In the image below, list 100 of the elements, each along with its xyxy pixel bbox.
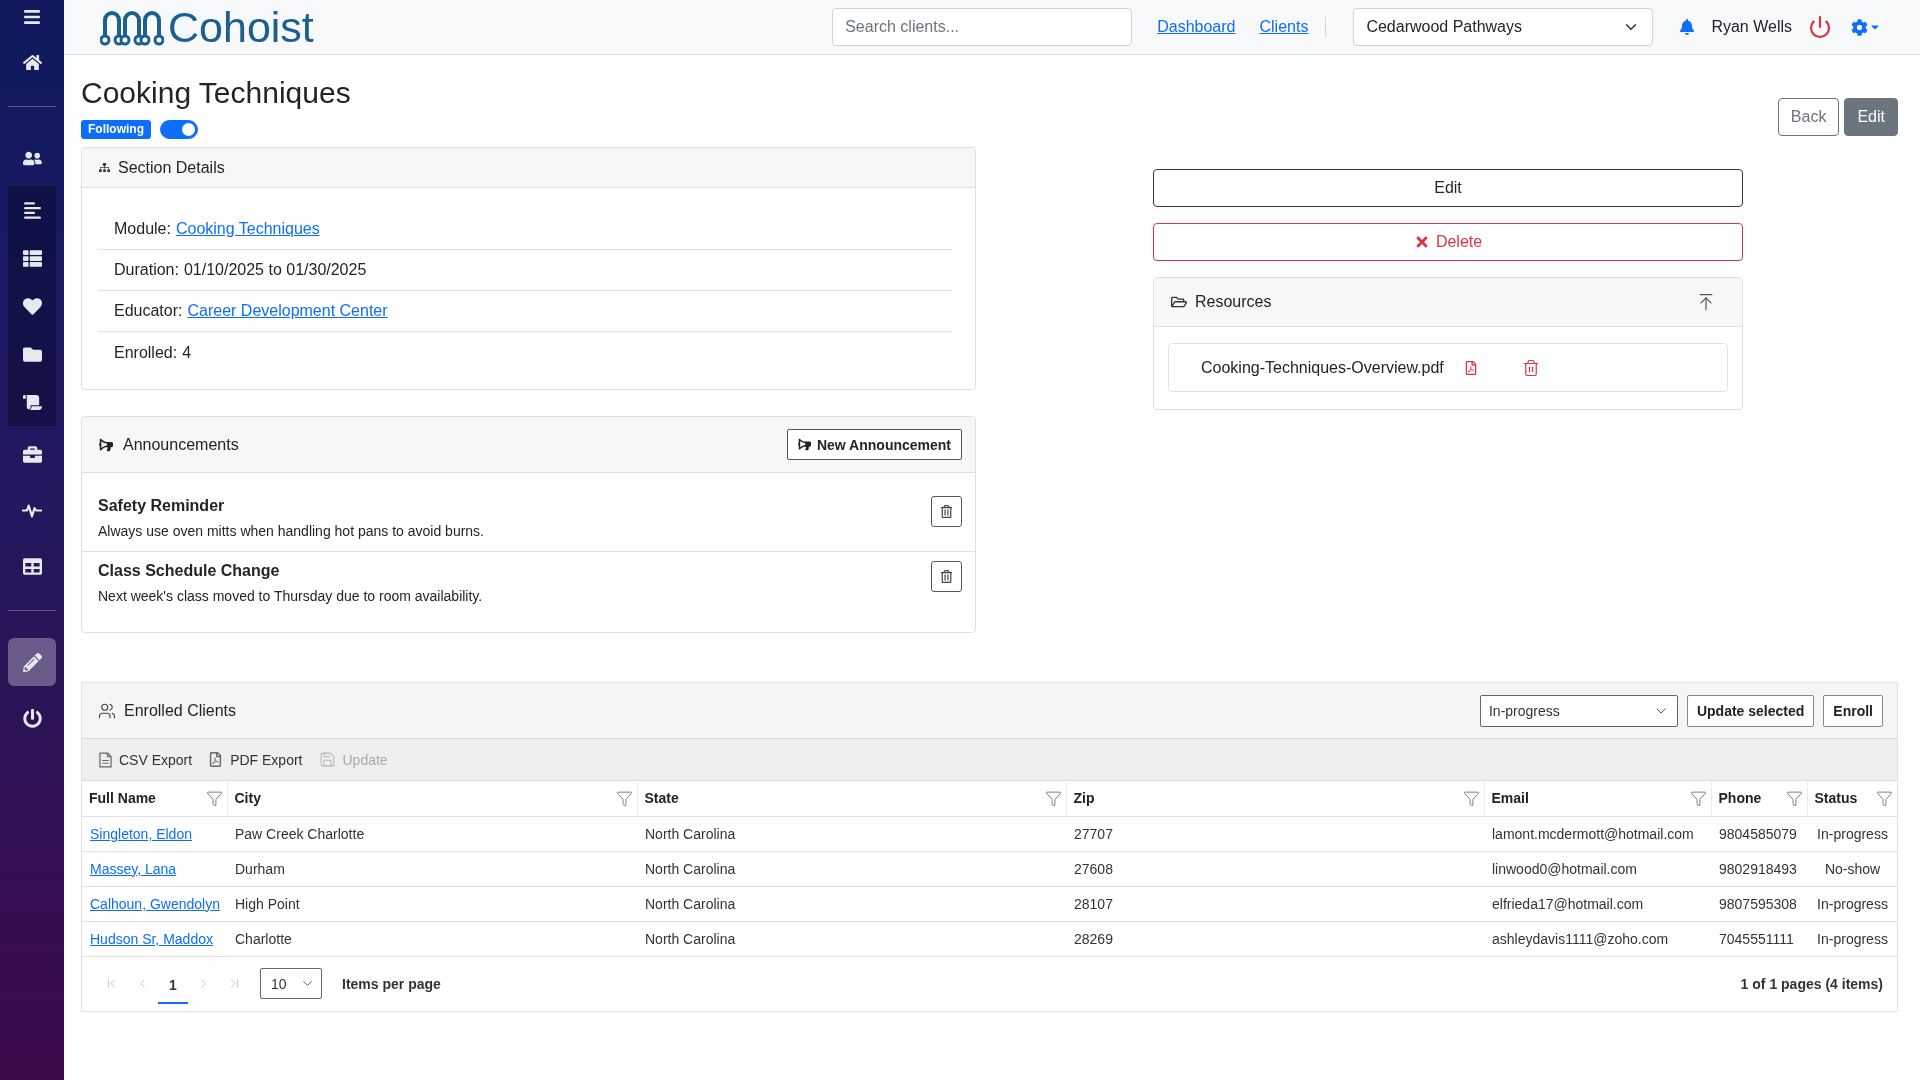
nav-link[interactable]: Dashboard	[1157, 18, 1236, 36]
card-title: Section Details	[118, 158, 225, 177]
page-size-select[interactable]: 10	[260, 968, 322, 999]
table-cell: North Carolina	[637, 851, 1066, 886]
logo-icon	[100, 8, 164, 46]
announcement-title: Safety Reminder	[98, 496, 226, 516]
table-cell: 28107	[1066, 886, 1484, 921]
client-name-link[interactable]: Calhoun, Gwendolyn	[90, 895, 220, 912]
pdf-file-icon	[208, 752, 224, 767]
table-cell: No-show	[1807, 851, 1897, 886]
table-cell: 9807595308	[1711, 886, 1807, 921]
table-cell: Paw Creek Charlotte	[227, 816, 637, 851]
nav-link[interactable]: Clients	[1259, 18, 1309, 36]
scroll-icon	[22, 392, 42, 412]
page-title: Cooking Techniques	[81, 75, 351, 111]
filter-icon[interactable]	[1689, 789, 1707, 807]
settings-menu-button[interactable]	[1851, 18, 1881, 36]
home-icon	[22, 52, 42, 72]
card-title: Resources	[1195, 293, 1272, 311]
card-title: Enrolled Clients	[124, 701, 237, 720]
update-selected-button[interactable]: Update selected	[1686, 694, 1815, 727]
column-header[interactable]: Email	[1491, 790, 1529, 807]
delete-button[interactable]	[931, 561, 962, 592]
column-header[interactable]: City	[234, 790, 261, 807]
table-cell: In-progress	[1807, 886, 1897, 921]
sidebar-item[interactable]	[8, 378, 56, 426]
column-header[interactable]: State	[644, 790, 679, 807]
filter-icon[interactable]	[1462, 789, 1480, 807]
file-name[interactable]: Cooking-Techniques-Overview.pdf	[1201, 358, 1444, 377]
announcement-text: Next week's class moved to Thursday due to room availability.	[98, 587, 484, 605]
card-title: Announcements	[123, 435, 239, 454]
table-cell: elfrieda17@hotmail.com	[1484, 886, 1711, 921]
status-select[interactable]: In-progress	[1479, 694, 1678, 727]
table-cell: North Carolina	[637, 886, 1066, 921]
table-cell: Durham	[227, 851, 637, 886]
column-header[interactable]: Phone	[1718, 790, 1762, 807]
folder-icon	[22, 344, 42, 364]
detail-label: Enrolled:	[114, 343, 178, 362]
users-icon	[98, 701, 116, 720]
table-cell: 28269	[1066, 921, 1484, 956]
power-icon	[22, 708, 42, 728]
detail-value: 4	[182, 343, 192, 362]
megaphone-icon	[797, 438, 811, 451]
filter-icon[interactable]	[205, 789, 223, 807]
new-announcement-button[interactable]: New Announcement	[786, 429, 962, 460]
organization-select[interactable]: Cedarwood Pathways	[1353, 8, 1654, 46]
bell-icon[interactable]	[1679, 19, 1696, 35]
edit-button[interactable]: Edit	[1153, 169, 1743, 207]
pager-summary: 1 of 1 pages (4 items)	[1740, 975, 1883, 992]
filter-icon[interactable]	[1044, 789, 1062, 807]
table-icon	[22, 556, 42, 576]
follow-toggle[interactable]	[160, 120, 198, 139]
detail-link[interactable]: Cooking Techniques	[175, 220, 320, 238]
page-number[interactable]: 1	[158, 967, 188, 1004]
enroll-button[interactable]: Enroll	[1823, 694, 1883, 727]
column-header[interactable]: Full Name	[89, 790, 156, 807]
table-cell: North Carolina	[637, 816, 1066, 851]
client-name-link[interactable]: Hudson Sr, Maddox	[90, 930, 213, 947]
power-icon	[1808, 15, 1832, 39]
user-name: Ryan Wells	[1711, 18, 1792, 36]
detail-label: Educator:	[114, 302, 183, 320]
table-cell: 9804585079	[1711, 816, 1807, 851]
detail-link[interactable]: Career Development Center	[187, 302, 388, 320]
table-cell: 27707	[1066, 816, 1484, 851]
back-button[interactable]: Back	[1777, 98, 1840, 136]
table-cell: In-progress	[1807, 921, 1897, 956]
trash-icon[interactable]	[1521, 358, 1540, 377]
save-icon	[318, 751, 336, 768]
logout-button[interactable]	[1808, 15, 1832, 39]
folder-icon	[1171, 294, 1187, 310]
column-header[interactable]: Zip	[1073, 790, 1095, 807]
detail-value: 01/10/2025 to 01/30/2025	[183, 261, 367, 279]
brand-name: Cohoist	[168, 5, 314, 49]
document-icon	[99, 751, 112, 768]
toolbar-button[interactable]: PDF Export	[208, 751, 303, 768]
table-cell: North Carolina	[637, 921, 1066, 956]
toolbar-button[interactable]: CSV Export	[99, 751, 193, 768]
edit-button[interactable]: Edit	[1844, 98, 1898, 136]
search-field[interactable]: Search clients...	[832, 8, 1133, 46]
table-cell: Charlotte	[227, 921, 637, 956]
menu-icon	[23, 8, 41, 26]
table-cell: 7045551111	[1711, 921, 1807, 956]
table-cell: lamont.mcdermott@hotmail.com	[1484, 816, 1711, 851]
client-name-link[interactable]: Singleton, Eldon	[90, 825, 192, 842]
table-cell: In-progress	[1807, 816, 1897, 851]
trash-icon	[940, 505, 953, 518]
megaphone-icon	[99, 437, 113, 452]
column-header[interactable]: Status	[1814, 790, 1858, 807]
detail-label: Module:	[114, 220, 171, 238]
pdf-file-icon[interactable]	[1463, 360, 1478, 375]
sidebar-item[interactable]	[8, 186, 56, 234]
list-grid-icon	[22, 248, 42, 268]
client-name-link[interactable]: Massey, Lana	[90, 860, 177, 877]
filter-icon[interactable]	[1876, 789, 1893, 807]
announcement-text: Always use oven mitts when handling hot pans to avoid burns.	[98, 522, 485, 540]
delete-button[interactable]	[931, 496, 962, 527]
filter-icon[interactable]	[1785, 789, 1803, 807]
pencil-icon	[22, 652, 42, 672]
filter-icon[interactable]	[615, 789, 633, 807]
delete-button[interactable]: Delete	[1153, 223, 1743, 261]
